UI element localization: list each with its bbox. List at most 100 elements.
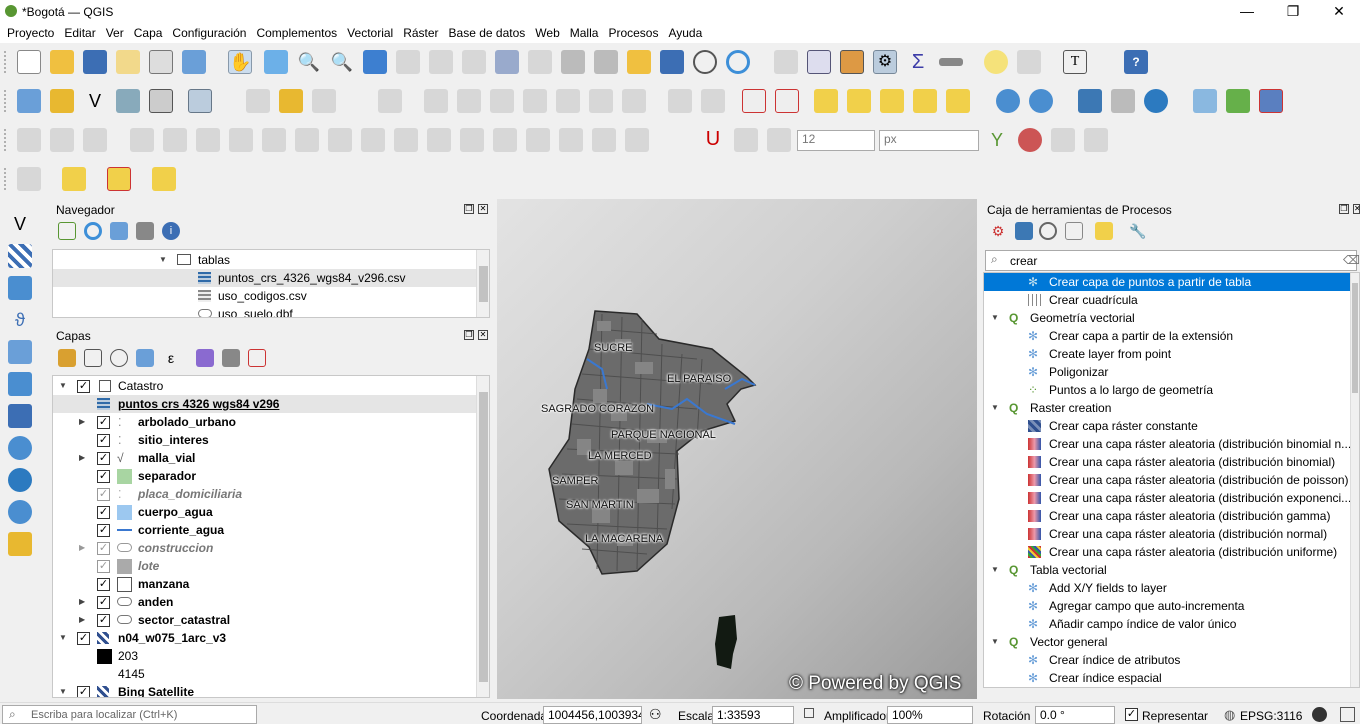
- zoom-next-icon[interactable]: [528, 50, 552, 74]
- filter-browser-icon[interactable]: [110, 222, 128, 240]
- crs-button[interactable]: EPSG:3116: [1240, 709, 1302, 723]
- processing-search-input[interactable]: ⌕ crear ⌫: [985, 250, 1360, 271]
- snapping-units-select[interactable]: px: [879, 130, 979, 151]
- menu-complementos[interactable]: Complementos: [253, 24, 340, 40]
- cut-features-icon[interactable]: [490, 89, 514, 113]
- close-panel-icon[interactable]: ✕: [478, 204, 488, 214]
- filter-legend-icon[interactable]: [136, 349, 154, 367]
- current-edits-icon[interactable]: [246, 89, 270, 113]
- field-calculator-icon[interactable]: [840, 50, 864, 74]
- refresh-navigator-icon[interactable]: [84, 222, 102, 240]
- intersection-snapping-icon[interactable]: [1084, 128, 1108, 152]
- add-vector-layer-icon[interactable]: V: [8, 212, 32, 236]
- rotation-field[interactable]: 0.0 °: [1035, 706, 1115, 724]
- algorithm-item[interactable]: ✻ Crear índice de atributos: [984, 651, 1359, 669]
- add-raster-layer-icon[interactable]: [8, 244, 32, 268]
- new-3d-view-icon[interactable]: [594, 50, 618, 74]
- algorithm-item[interactable]: ✻ Create layer from point: [984, 345, 1359, 363]
- layer-visibility-checkbox[interactable]: ✓: [97, 614, 110, 627]
- help-icon[interactable]: ?: [1124, 50, 1148, 74]
- menu-configuracion[interactable]: Configuración: [169, 24, 249, 40]
- edit-features-in-place-icon[interactable]: [1095, 222, 1113, 240]
- diagram-tool-icon[interactable]: [701, 89, 725, 113]
- expand-arrow-icon[interactable]: ▶: [79, 611, 89, 629]
- algorithm-item[interactable]: Crear una capa ráster aleatoria (distrib…: [984, 543, 1359, 561]
- scrollbar-thumb[interactable]: [479, 266, 488, 302]
- menu-ayuda[interactable]: Ayuda: [665, 24, 705, 40]
- close-panel-icon[interactable]: ✕: [478, 330, 488, 340]
- modify-attributes-icon[interactable]: [424, 89, 448, 113]
- layer-item[interactable]: ✓ ⁚ placa_domiciliaria: [53, 485, 489, 503]
- expand-arrow-icon[interactable]: ▶: [79, 593, 89, 611]
- maximize-button[interactable]: ❐: [1270, 0, 1316, 24]
- algorithm-group[interactable]: ▼ Q Tabla vectorial: [984, 561, 1359, 579]
- layer-group-catastro[interactable]: ▼ ✓ Catastro: [53, 377, 489, 395]
- open-layer-styling-icon[interactable]: [58, 349, 76, 367]
- zoom-native-icon[interactable]: [462, 50, 486, 74]
- add-delimited-text-icon[interactable]: ϑ: [8, 308, 32, 332]
- add-wfs-icon[interactable]: [8, 500, 32, 524]
- scripts-python-icon[interactable]: [1015, 222, 1033, 240]
- algorithm-item[interactable]: Crear una capa ráster aleatoria (distrib…: [984, 453, 1359, 471]
- layer-visibility-checkbox[interactable]: ✓: [97, 524, 110, 537]
- layer-item-active[interactable]: puntos crs 4326 wgs84 v296: [53, 395, 489, 413]
- layer-visibility-checkbox[interactable]: ✓: [97, 434, 110, 447]
- rotate-feature-icon[interactable]: [592, 128, 616, 152]
- zoom-layer-icon[interactable]: [429, 50, 453, 74]
- merge-attributes-icon[interactable]: [460, 128, 484, 152]
- menu-web[interactable]: Web: [532, 24, 562, 40]
- menu-ver[interactable]: Ver: [103, 24, 127, 40]
- layer-item[interactable]: ▶ ✓ ⁚ arbolado_urbano: [53, 413, 489, 431]
- merge-features-icon[interactable]: [427, 128, 451, 152]
- menu-procesos[interactable]: Procesos: [605, 24, 661, 40]
- results-viewer-icon[interactable]: [1065, 222, 1083, 240]
- add-postgis-icon[interactable]: [8, 372, 32, 396]
- layer-item[interactable]: ▶ ✓ construccion: [53, 539, 489, 557]
- close-panel-icon[interactable]: ✕: [1353, 204, 1360, 214]
- collapse-all-icon[interactable]: [222, 349, 240, 367]
- fill-ring-icon[interactable]: [130, 128, 154, 152]
- copy-features-icon[interactable]: [523, 89, 547, 113]
- new-temp-layer-icon[interactable]: [116, 89, 140, 113]
- expand-arrow-icon[interactable]: ▶: [79, 449, 89, 467]
- collapse-arrow-icon[interactable]: ▼: [59, 629, 69, 647]
- algorithm-item[interactable]: ✻ Añadir campo índice de valor único: [984, 615, 1359, 633]
- scale-field[interactable]: 1:33593: [712, 706, 794, 724]
- algorithm-group[interactable]: ▼ Q Raster creation: [984, 399, 1359, 417]
- digitize-icon[interactable]: [378, 89, 402, 113]
- properties-info-icon[interactable]: i: [162, 222, 180, 240]
- delete-part-icon[interactable]: [196, 128, 220, 152]
- navigator-scrollbar[interactable]: [476, 250, 489, 317]
- layer-visibility-checkbox[interactable]: ✓: [97, 596, 110, 609]
- text-annotation-icon[interactable]: T: [1063, 50, 1087, 74]
- new-map-view-icon[interactable]: [561, 50, 585, 74]
- avoid-overlap-icon[interactable]: [1051, 128, 1075, 152]
- layer-visibility-checkbox[interactable]: ✓: [97, 488, 110, 501]
- menu-vectorial[interactable]: Vectorial: [344, 24, 396, 40]
- rotate-label-icon[interactable]: [913, 89, 937, 113]
- move-feature-icon[interactable]: [559, 128, 583, 152]
- snapping-magnet-icon[interactable]: U: [701, 128, 725, 152]
- coordinate-field[interactable]: 1004456,1003934: [543, 706, 642, 724]
- layer-item[interactable]: ✓ lote: [53, 557, 489, 575]
- list-item[interactable]: puntos_crs_4326_wgs84_v296.csv: [53, 269, 489, 287]
- layer-visibility-checkbox[interactable]: ✓: [77, 380, 90, 393]
- scale-feature-icon[interactable]: [625, 128, 649, 152]
- map-tips-icon[interactable]: [984, 50, 1008, 74]
- topological-editing-icon[interactable]: Y: [985, 128, 1009, 152]
- render-checkbox[interactable]: ✓: [1125, 708, 1138, 721]
- snapping-mode-icon[interactable]: [767, 128, 791, 152]
- algorithm-item-selected[interactable]: ✻ Crear capa de puntos a partir de tabla: [984, 273, 1359, 291]
- layer-visibility-checkbox[interactable]: ✓: [97, 542, 110, 555]
- models-gear-icon[interactable]: ⚙: [989, 222, 1007, 240]
- algorithm-item[interactable]: ✻ Agregar campo que auto-incrementa: [984, 597, 1359, 615]
- add-part-icon[interactable]: [83, 128, 107, 152]
- list-item[interactable]: uso_suelo.dbf: [53, 305, 489, 317]
- messages-icon[interactable]: [1312, 707, 1327, 722]
- layer-item[interactable]: ▶ ✓ anden: [53, 593, 489, 611]
- collapse-arrow-icon[interactable]: ▼: [991, 399, 1001, 417]
- scrollbar-thumb[interactable]: [1352, 283, 1358, 393]
- zoom-last-icon[interactable]: [495, 50, 519, 74]
- algorithm-item[interactable]: ✻ Add X/Y fields to layer: [984, 579, 1359, 597]
- menu-malla[interactable]: Malla: [567, 24, 602, 40]
